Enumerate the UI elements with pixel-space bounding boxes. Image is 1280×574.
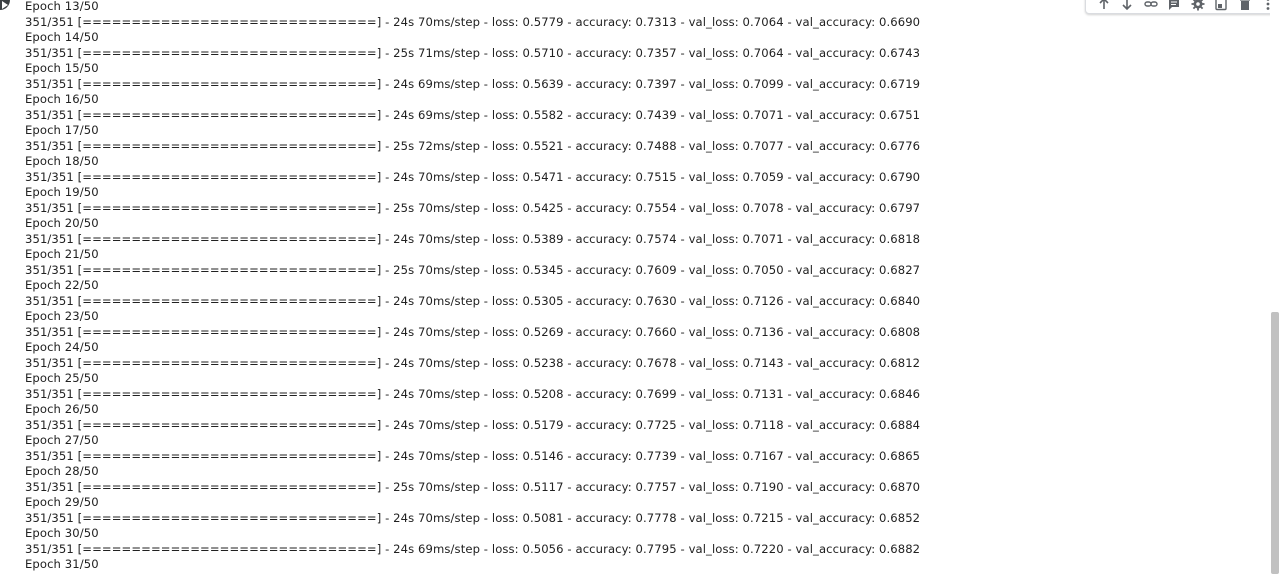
progress-line: 351/351 [==============================]… [25,45,921,60]
progress-line: 351/351 [==============================]… [25,138,921,153]
epoch-line: Epoch 27/50 [25,433,99,447]
progress-line: 351/351 [==============================]… [25,169,921,184]
progress-line: 351/351 [==============================]… [25,355,921,370]
progress-line: 351/351 [==============================]… [25,479,921,494]
progress-line: 351/351 [==============================]… [25,293,921,308]
epoch-line: Epoch 24/50 [25,340,99,354]
epoch-line: Epoch 15/50 [25,61,99,75]
epoch-line: Epoch 26/50 [25,402,99,416]
progress-line: 351/351 [==============================]… [25,510,921,525]
epoch-line: Epoch 23/50 [25,309,99,323]
gear-icon[interactable] [1186,0,1210,14]
epoch-line: Epoch 21/50 [25,247,99,261]
cell-toolbar [1085,0,1280,14]
epoch-line: Epoch 19/50 [25,185,99,199]
epoch-line: Epoch 16/50 [25,92,99,106]
arrow-up-icon[interactable] [1092,0,1116,14]
epoch-line: Epoch 18/50 [25,154,99,168]
progress-line: 351/351 [==============================]… [25,107,921,122]
cell-output: Epoch 13/50 351/351 [====================… [25,0,1270,573]
progress-line: 351/351 [==============================]… [25,448,921,463]
scrollbar-track[interactable] [1270,0,1280,574]
progress-line: 351/351 [==============================]… [25,14,921,29]
progress-line: 351/351 [==============================]… [25,417,921,432]
epoch-line: Epoch 25/50 [25,371,99,385]
progress-line: 351/351 [==============================]… [25,76,921,91]
epoch-line: Epoch 17/50 [25,123,99,137]
epoch-line: Epoch 22/50 [25,278,99,292]
comment-icon[interactable] [1163,0,1187,14]
epoch-line: Epoch 31/50 [25,557,99,571]
run-cell-icon[interactable] [0,0,10,10]
epoch-line: Epoch 13/50 [25,0,99,13]
epoch-line: Epoch 29/50 [25,495,99,509]
progress-line: 351/351 [==============================]… [25,541,921,556]
progress-line: 351/351 [==============================]… [25,262,921,277]
epoch-line: Epoch 14/50 [25,30,99,44]
epoch-line: Epoch 28/50 [25,464,99,478]
link-icon[interactable] [1139,0,1163,14]
progress-line: 351/351 [==============================]… [25,231,921,246]
epoch-line: Epoch 20/50 [25,216,99,230]
progress-line: 351/351 [==============================]… [25,386,921,401]
progress-line: 351/351 [==============================]… [25,200,921,215]
mirror-cell-icon[interactable] [1210,0,1234,14]
arrow-down-icon[interactable] [1116,0,1140,14]
scrollbar-thumb[interactable] [1271,312,1279,574]
delete-icon[interactable] [1233,0,1257,14]
progress-line: 351/351 [==============================]… [25,324,921,339]
epoch-line: Epoch 30/50 [25,526,99,540]
